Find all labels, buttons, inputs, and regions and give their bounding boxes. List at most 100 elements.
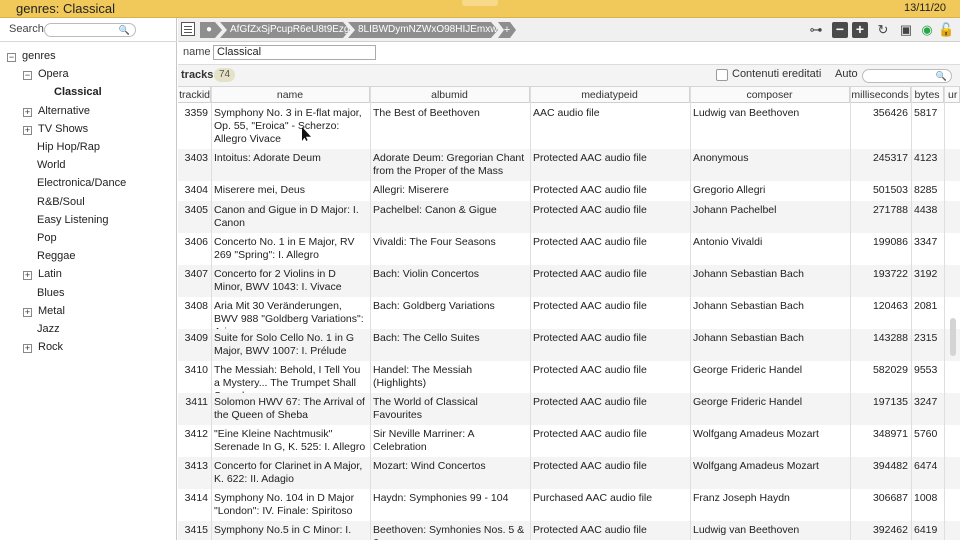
tree-item-pop[interactable]: Pop: [37, 230, 57, 246]
tree-icon[interactable]: ⊶: [808, 22, 824, 38]
cell-name: Concerto for Clarinet in A Major, K. 622…: [214, 460, 363, 485]
vertical-scrollbar[interactable]: [950, 318, 956, 356]
sidebar: Search 🔍 − genres − Opera Classical + Alternat…: [0, 18, 177, 540]
tracks-search-input[interactable]: 🔍: [862, 69, 952, 83]
column-header-bytes[interactable]: bytes: [911, 87, 944, 103]
cell-milliseconds: 120463: [872, 300, 908, 312]
cell-bytes: 4438: [914, 204, 938, 216]
table-row[interactable]: 3413 Concerto for Clarinet in A Major, K.…: [178, 457, 960, 489]
tree-item-classical[interactable]: Classical: [54, 84, 102, 100]
tree-item-opera[interactable]: − Opera: [23, 66, 69, 82]
tree-item-electronica-dance[interactable]: Electronica/Dance: [37, 175, 126, 191]
cell-milliseconds: 356426: [872, 107, 908, 119]
add-icon[interactable]: +: [852, 22, 868, 38]
expand-icon[interactable]: +: [23, 307, 32, 317]
column-header-composer[interactable]: composer: [690, 87, 850, 103]
table-row[interactable]: 3408 Aria Mit 30 Veränderungen, BWV 988 "…: [178, 297, 960, 329]
column-header-milliseconds[interactable]: milliseconds: [850, 87, 911, 103]
column-divider: [911, 87, 912, 540]
cell-albumid: Haydn: Symphonies 99 - 104: [373, 492, 509, 504]
table-header: trackid name albumid mediatypeid composer mil…: [178, 87, 960, 103]
table-row[interactable]: 3410 The Messiah: Behold, I Tell You a My…: [178, 361, 960, 393]
status-icon[interactable]: ◉: [919, 22, 935, 38]
tree-item-metal[interactable]: + Metal: [23, 303, 65, 319]
table-row[interactable]: 3407 Concerto for 2 Violins in D Minor, B…: [178, 265, 960, 297]
sidebar-search-row: Search 🔍: [0, 18, 177, 42]
cell-mediatypeid: Purchased AAC audio file: [533, 492, 653, 504]
cell-milliseconds: 245317: [872, 152, 908, 164]
table-row[interactable]: 3412 "Eine Kleine Nachtmusik" Serenade In…: [178, 425, 960, 457]
tracks-header: tracks 74 Contenuti ereditati Auto 🔍: [178, 65, 960, 87]
breadcrumb-add-button[interactable]: +: [498, 22, 516, 38]
tree-item-label: Latin: [38, 268, 62, 281]
column-header-trackid[interactable]: trackid: [178, 87, 211, 103]
tree-item-r-b-soul[interactable]: R&B/Soul: [37, 194, 85, 210]
table-row[interactable]: 3409 Suite for Solo Cello No. 1 in G Majo…: [178, 329, 960, 361]
tree-item-alternative[interactable]: + Alternative: [23, 103, 90, 119]
cell-composer: George Frideric Handel: [693, 364, 803, 376]
cell-name: Concerto No. 1 in E Major, RV 269 "Sprin…: [214, 236, 355, 261]
cell-mediatypeid: Protected AAC audio file: [533, 152, 647, 164]
remove-icon[interactable]: −: [832, 22, 848, 38]
tree-item-rock[interactable]: + Rock: [23, 339, 63, 355]
column-header-ur[interactable]: ur: [944, 87, 960, 103]
drag-handle[interactable]: [462, 0, 498, 6]
breadcrumb-item[interactable]: 8LIBWDymNZWxO98HIJEmxw: [348, 22, 498, 38]
cell-mediatypeid: Protected AAC audio file: [533, 268, 647, 280]
tree-item-label: R&B/Soul: [37, 195, 85, 208]
tree-item-latin[interactable]: + Latin: [23, 266, 62, 282]
tree-item-genres[interactable]: − genres: [7, 48, 56, 64]
main-panel: ● AfGfZxSjPcupR6eU8t9Ezg 8LIBWDymNZWxO98HI…: [178, 18, 960, 540]
tree-item-reggae[interactable]: Reggae: [37, 248, 76, 264]
name-field[interactable]: Classical: [213, 45, 376, 60]
table-row[interactable]: 3414 Symphony No. 104 in D Major "London"…: [178, 489, 960, 521]
expand-icon[interactable]: +: [23, 271, 32, 281]
table-row[interactable]: 3359 Symphony No. 3 in E-flat major, Op. …: [178, 104, 960, 149]
cell-bytes: 3247: [914, 396, 938, 408]
table-row[interactable]: 3411 Solomon HWV 67: The Arrival of the Q…: [178, 393, 960, 425]
tree-item-label: Blues: [37, 286, 65, 299]
tree-item-easy-listening[interactable]: Easy Listening: [37, 212, 109, 228]
expand-icon[interactable]: +: [23, 107, 32, 117]
cell-mediatypeid: Protected AAC audio file: [533, 236, 647, 248]
cell-milliseconds: 501503: [872, 184, 908, 196]
table-row[interactable]: 3406 Concerto No. 1 in E Major, RV 269 "S…: [178, 233, 960, 265]
expand-icon[interactable]: +: [23, 125, 32, 135]
column-header-albumid[interactable]: albumid: [370, 87, 530, 103]
search-input[interactable]: 🔍: [44, 23, 136, 37]
table-row[interactable]: 3403 Intoitus: Adorate Deum Adorate Deum: …: [178, 149, 960, 181]
tree-item-world[interactable]: World: [37, 157, 66, 173]
cell-milliseconds: 582029: [872, 364, 908, 376]
lock-icon[interactable]: 🔓: [938, 22, 954, 38]
cell-albumid: Bach: Violin Concertos: [373, 268, 480, 280]
cell-albumid: Handel: The Messiah (Highlights): [373, 364, 473, 389]
tree-item-blues[interactable]: Blues: [37, 285, 65, 301]
tree-item-label: Electronica/Dance: [37, 177, 127, 190]
refresh-icon[interactable]: ↻: [875, 22, 891, 38]
cell-mediatypeid: Protected AAC audio file: [533, 428, 647, 440]
expand-icon[interactable]: +: [23, 344, 32, 354]
cell-composer: Johann Sebastian Bach: [693, 268, 804, 280]
column-header-mediatypeid[interactable]: mediatypeid: [530, 87, 690, 103]
tree-item-tv-shows[interactable]: + TV Shows: [23, 121, 88, 137]
breadcrumb-item[interactable]: AfGfZxSjPcupR6eU8t9Ezg: [220, 22, 350, 38]
cell-trackid: 3406: [184, 236, 208, 248]
cell-albumid: Bach: The Cello Suites: [373, 332, 480, 344]
column-header-name[interactable]: name: [211, 87, 370, 103]
tree-item-hip-hop-rap[interactable]: Hip Hop/Rap: [37, 139, 100, 155]
tree-item-jazz[interactable]: Jazz: [37, 321, 60, 337]
cell-bytes: 5760: [914, 428, 938, 440]
table-row[interactable]: 3415 Symphony No.5 in C Minor: I. Beethove…: [178, 521, 960, 540]
table-row[interactable]: 3404 Miserere mei, Deus Allegri: Miserere P…: [178, 181, 960, 201]
collapse-icon[interactable]: −: [7, 53, 16, 62]
inherited-content-checkbox[interactable]: [716, 69, 728, 81]
save-icon[interactable]: ▣: [898, 22, 914, 38]
tree-item-label: Classical: [54, 86, 102, 99]
table-view-icon[interactable]: [181, 22, 195, 36]
cell-albumid: Vivaldi: The Four Seasons: [373, 236, 496, 248]
collapse-icon[interactable]: −: [23, 71, 32, 81]
cell-albumid: Adorate Deum: Gregorian Chant from the P…: [373, 152, 525, 177]
table-row[interactable]: 3405 Canon and Gigue in D Major: I. Canon…: [178, 201, 960, 233]
cell-mediatypeid: Protected AAC audio file: [533, 300, 647, 312]
breadcrumb-root[interactable]: ●: [200, 22, 222, 38]
